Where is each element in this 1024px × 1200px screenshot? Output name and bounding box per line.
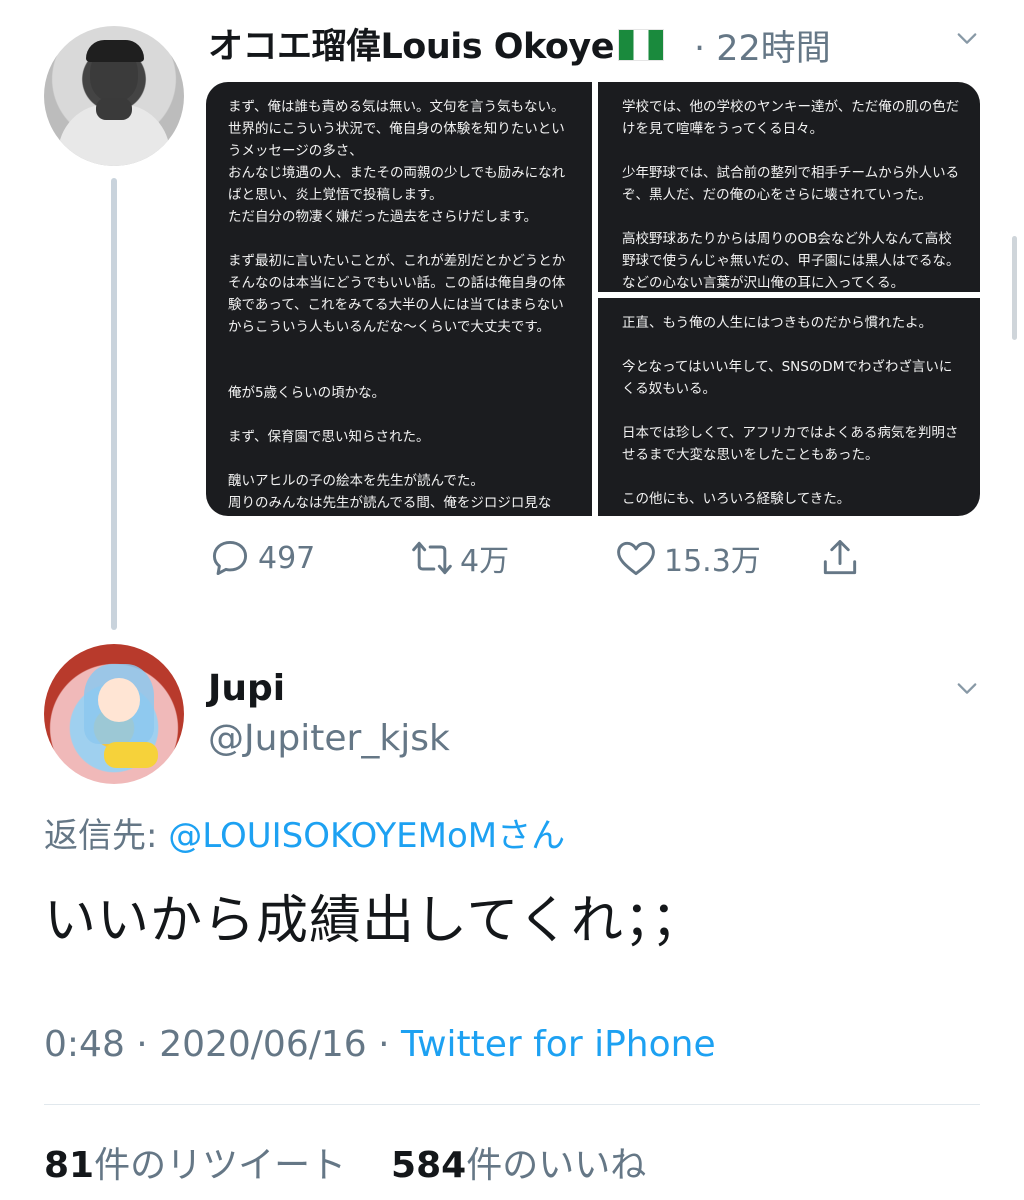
retweets-stat[interactable]: 81件のリツイート: [44, 1145, 346, 1186]
replying-to-label: 返信先:: [44, 816, 169, 856]
reply-author-handle[interactable]: @Jupiter_kjsk: [208, 718, 450, 759]
reply-author-name[interactable]: Jupi: [208, 668, 285, 709]
likes-label: 件のいいね: [466, 1145, 647, 1186]
chevron-down-icon[interactable]: [956, 28, 978, 50]
media-right-top-text: 学校では、他の学校のヤンキー達が、ただ俺の肌の色だけを見て喧嘩をうってくる日々。…: [622, 99, 960, 291]
like-button[interactable]: 15.3万: [614, 536, 761, 580]
stats-divider: [44, 1104, 980, 1105]
meta-separator: ·: [366, 1024, 402, 1065]
heart-icon: [617, 541, 655, 576]
tweet-media-images[interactable]: まず、俺は誰も責める気は無い。文句を言う気もない。世界的にこういう状況で、俺自身…: [206, 82, 980, 516]
thread-connector-line: [111, 178, 117, 630]
avatar-figure-cap: [86, 40, 144, 62]
likes-stat[interactable]: 584件のいいね: [391, 1145, 646, 1186]
retweets-label: 件のリツイート: [94, 1145, 347, 1186]
avatar-character-face: [98, 678, 140, 722]
meta-separator: ·: [124, 1024, 160, 1065]
tweet-time[interactable]: 0:48: [44, 1024, 125, 1065]
reply-button[interactable]: 497: [208, 536, 315, 580]
reply-tweet-text: いいから成績出してくれ；；: [44, 891, 704, 951]
media-image-right-bottom[interactable]: 正直、もう俺の人生にはつきものだから慣れたよ。 今となってはいい年して、SNSの…: [598, 298, 980, 516]
parent-author-name[interactable]: オコエ瑠偉Louis Okoye: [208, 18, 664, 69]
parent-tweet-time[interactable]: · 22時間: [694, 20, 831, 71]
tweet-timestamp-line: 0:48 · 2020/06/16 · Twitter for iPhone: [44, 1024, 716, 1065]
retweets-count: 81: [44, 1145, 95, 1186]
tweet-date[interactable]: 2020/06/16: [159, 1024, 367, 1065]
replying-to-line: 返信先: @LOUISOKOYEMoMさん: [44, 808, 565, 857]
nigeria-flag-icon: [617, 29, 664, 61]
media-left-text: まず、俺は誰も責める気は無い。文句を言う気もない。世界的にこういう状況で、俺自身…: [228, 99, 566, 511]
media-image-left[interactable]: まず、俺は誰も責める気は無い。文句を言う気もない。世界的にこういう状況で、俺自身…: [206, 82, 592, 516]
media-image-right-top[interactable]: 学校では、他の学校のヤンキー達が、ただ俺の肌の色だけを見て喧嘩をうってくる日々。…: [598, 82, 980, 292]
reply-icon: [212, 540, 248, 576]
parent-author-name-text: オコエ瑠偉Louis Okoye: [208, 27, 614, 67]
likes-count: 584: [391, 1145, 467, 1186]
retweet-count: 4万: [460, 544, 510, 579]
retweet-icon: [412, 541, 452, 575]
reply-count: 497: [258, 540, 316, 576]
share-button[interactable]: [818, 536, 868, 580]
media-right-bottom-text: 正直、もう俺の人生にはつきものだから慣れたよ。 今となってはいい年して、SNSの…: [622, 315, 959, 507]
chevron-down-icon[interactable]: [956, 678, 978, 700]
avatar-louis-okoye[interactable]: [44, 26, 184, 166]
tweet-stats: 81件のリツイート 584件のいいね: [44, 1136, 646, 1188]
avatar-jupi[interactable]: [44, 644, 184, 784]
retweet-button[interactable]: 4万: [410, 536, 509, 580]
scrollbar-thumb[interactable]: [1012, 236, 1017, 340]
replying-to-handle-link[interactable]: @LOUISOKOYEMoMさん: [168, 816, 565, 856]
avatar-figure-hands: [96, 98, 132, 120]
share-icon: [823, 540, 857, 575]
tweet-source-link[interactable]: Twitter for iPhone: [401, 1024, 716, 1065]
like-count: 15.3万: [664, 544, 761, 579]
avatar-character-bow: [104, 742, 158, 768]
